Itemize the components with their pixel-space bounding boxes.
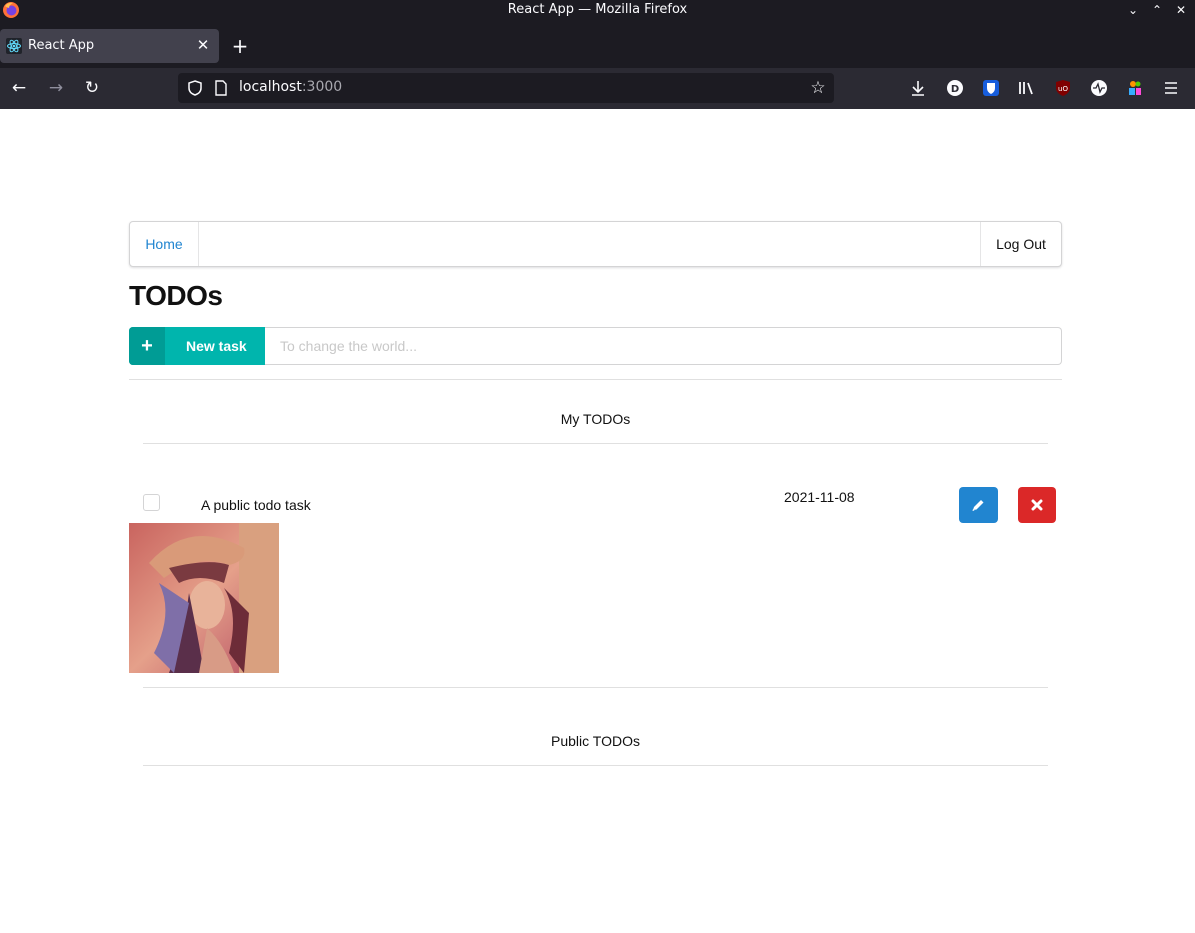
- todo-text: A public todo task: [201, 497, 311, 513]
- window-titlebar: React App — Mozilla Firefox ⌄ ⌃ ✕: [0, 0, 1195, 24]
- maximize-icon[interactable]: ⌃: [1148, 1, 1166, 19]
- ublock-icon[interactable]: uO: [1053, 78, 1073, 98]
- close-window-icon[interactable]: ✕: [1172, 1, 1190, 19]
- my-todos-divider: [143, 443, 1048, 444]
- public-todos-heading: Public TODOs: [551, 733, 640, 749]
- multi-account-icon[interactable]: [1125, 78, 1145, 98]
- forward-icon[interactable]: →: [45, 77, 67, 99]
- new-task-input[interactable]: [265, 327, 1062, 365]
- duckduckgo-icon[interactable]: D: [945, 78, 965, 98]
- react-favicon-icon: [6, 38, 22, 54]
- home-link[interactable]: Home: [130, 222, 199, 266]
- close-icon: [1031, 499, 1043, 511]
- tracking-protection-shield-icon[interactable]: [186, 79, 204, 97]
- todo-list-divider: [143, 687, 1048, 688]
- page-title: TODOs: [129, 280, 223, 311]
- url-host: localhost: [239, 79, 302, 95]
- reload-icon[interactable]: ↻: [81, 77, 103, 99]
- minimize-icon[interactable]: ⌄: [1124, 1, 1142, 19]
- menu-icon[interactable]: [1161, 78, 1181, 98]
- public-todos-divider: [143, 765, 1048, 766]
- new-tab-icon[interactable]: +: [229, 36, 251, 58]
- bookmark-star-icon[interactable]: ☆: [808, 78, 828, 98]
- address-bar[interactable]: localhost:3000 ☆: [178, 73, 834, 103]
- browser-navbar: ← → ↻ localhost:3000 ☆ D uO: [0, 68, 1195, 109]
- new-task-label: New task: [186, 338, 247, 354]
- todo-date: 2021-11-08: [784, 489, 855, 505]
- new-task-button[interactable]: + New task: [129, 327, 265, 365]
- url-port: :3000: [301, 79, 343, 95]
- svg-text:D: D: [951, 84, 959, 95]
- pencil-icon: [972, 500, 984, 511]
- library-icon[interactable]: [1017, 78, 1037, 98]
- todo-checkbox[interactable]: [143, 494, 160, 511]
- bitwarden-icon[interactable]: [981, 78, 1001, 98]
- logout-button[interactable]: Log Out: [980, 222, 1061, 266]
- close-tab-icon[interactable]: ✕: [195, 36, 211, 54]
- tab-bar: React App ✕ +: [0, 24, 1195, 68]
- tab-label: React App: [28, 38, 95, 53]
- window-title: React App — Mozilla Firefox: [507, 2, 688, 17]
- delete-todo-button[interactable]: [1018, 487, 1056, 523]
- edit-todo-button[interactable]: [959, 487, 998, 523]
- tab-react-app[interactable]: React App ✕: [0, 29, 219, 63]
- url-text[interactable]: localhost:3000: [239, 79, 342, 95]
- todo-photo: [129, 523, 279, 673]
- pulse-icon[interactable]: [1089, 78, 1109, 98]
- plus-icon: +: [129, 327, 165, 365]
- top-menu: Home Log Out: [129, 221, 1062, 267]
- back-icon[interactable]: ←: [8, 77, 30, 99]
- svg-text:uO: uO: [1058, 85, 1068, 93]
- section-divider: [129, 379, 1062, 380]
- page-info-icon[interactable]: [214, 80, 228, 96]
- download-icon[interactable]: [908, 78, 928, 98]
- my-todos-heading: My TODOs: [560, 411, 631, 427]
